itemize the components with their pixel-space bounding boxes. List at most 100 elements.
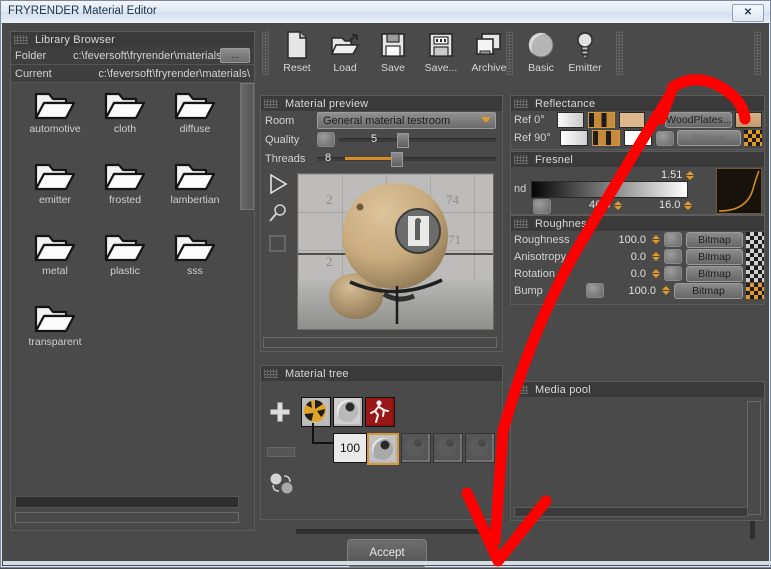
grip-icon xyxy=(264,369,278,378)
tree-collapse-bar[interactable] xyxy=(267,447,295,457)
ref0-swatch-2[interactable] xyxy=(587,112,615,128)
folder-item-emitter[interactable]: emitter xyxy=(20,160,90,206)
bump-bitmap-button[interactable]: Bitmap xyxy=(674,282,743,299)
rotation-value[interactable]: 0.0 xyxy=(586,268,648,280)
folder-item-metal[interactable]: metal xyxy=(20,231,90,277)
nd-spinner[interactable] xyxy=(685,168,694,182)
preview-render-image[interactable]: 2 74 71 2 xyxy=(297,173,494,330)
fresnel-left-field[interactable]: 46.5 xyxy=(589,198,622,212)
scrollbar-thumb[interactable] xyxy=(240,83,254,210)
save-button[interactable]: Save xyxy=(370,29,416,81)
folder-item-cloth[interactable]: cloth xyxy=(90,89,160,135)
node-empty-slot[interactable] xyxy=(433,433,463,463)
ref0-texture-button[interactable]: WoodPlates... xyxy=(665,112,733,128)
swap-balls-icon[interactable] xyxy=(269,473,295,495)
crop-preview-button[interactable] xyxy=(267,233,291,257)
anisotropy-thumb[interactable] xyxy=(746,248,764,265)
media-pool-body[interactable] xyxy=(510,397,765,521)
rotation-spinner[interactable] xyxy=(651,267,660,281)
slider-handle[interactable] xyxy=(391,152,403,167)
ref90-swatch-1[interactable] xyxy=(560,130,588,146)
bump-toggle[interactable] xyxy=(586,283,604,298)
ref0-swatch-3[interactable] xyxy=(618,112,646,128)
folder-item-transparent[interactable]: transparent xyxy=(20,302,90,348)
quality-slider[interactable]: 5 xyxy=(339,133,496,148)
slider-handle[interactable] xyxy=(397,133,409,148)
ref0-row: Ref 0° ✔ WoodPlates... xyxy=(511,111,764,129)
play-preview-button[interactable] xyxy=(267,173,291,197)
load-button[interactable]: Load xyxy=(322,29,368,81)
ref0-thumb[interactable] xyxy=(735,112,763,128)
fresnel-right-field[interactable]: 16.0 xyxy=(659,198,692,212)
roughness-toggle[interactable] xyxy=(664,232,682,247)
emitter-mode-button[interactable]: Emitter xyxy=(562,29,608,81)
ref0-checkbox[interactable]: ✔ xyxy=(649,113,662,127)
anisotropy-spinner[interactable] xyxy=(651,250,660,264)
main-toolbar: Reset Load Save Save... Archive Basic Em… xyxy=(260,25,765,85)
roughness-spinner[interactable] xyxy=(651,233,660,247)
node-exit[interactable] xyxy=(365,397,395,427)
ref0-swatch-1[interactable] xyxy=(557,112,584,128)
ref90-toggle[interactable] xyxy=(656,130,674,146)
reset-label: Reset xyxy=(283,62,311,74)
fresnel-right-spinner[interactable] xyxy=(683,198,692,212)
quality-toggle[interactable] xyxy=(317,132,335,147)
save-as-button[interactable]: Save... xyxy=(418,29,464,81)
basic-mode-button[interactable]: Basic xyxy=(518,29,564,81)
grip-icon xyxy=(264,99,278,108)
ref90-label: Ref 90° xyxy=(514,132,551,144)
roughness-thumb[interactable] xyxy=(746,231,764,248)
library-path-strip[interactable] xyxy=(15,512,239,523)
roughness-value[interactable]: 100.0 xyxy=(586,234,648,246)
fresnel-gradient-bar[interactable] xyxy=(531,181,688,198)
folder-item-automotive[interactable]: automotive xyxy=(20,89,90,135)
window-titlebar: FRYRENDER Material Editor ✕ xyxy=(1,1,770,24)
archive-button[interactable]: Archive xyxy=(466,29,512,81)
folder-item-sss[interactable]: sss xyxy=(160,231,230,277)
nd-field[interactable]: 1.51 xyxy=(661,168,694,182)
anisotropy-value[interactable]: 0.0 xyxy=(586,251,648,263)
folder-item-plastic[interactable]: plastic xyxy=(90,231,160,277)
ref90-thumb[interactable] xyxy=(744,130,762,146)
ref90-swatch-2[interactable] xyxy=(592,130,620,146)
node-weight[interactable]: 100 xyxy=(333,433,367,463)
browse-button[interactable]: ... xyxy=(220,48,250,63)
reset-button[interactable]: Reset xyxy=(274,29,320,81)
bump-spinner[interactable] xyxy=(661,284,670,298)
folder-icon xyxy=(173,231,217,263)
node-empty-slot[interactable] xyxy=(401,433,431,463)
roughness-bitmap-button[interactable]: Bitmap xyxy=(686,231,743,248)
media-pool-bottom-bar[interactable] xyxy=(514,507,748,517)
close-button[interactable]: ✕ xyxy=(732,4,764,22)
folder-value[interactable]: c:\feversoft\fryrender\materials\ xyxy=(73,50,220,62)
library-vertical-scrollbar[interactable] xyxy=(240,83,254,518)
zoom-preview-button[interactable] xyxy=(267,203,291,227)
folder-item-frosted[interactable]: frosted xyxy=(90,160,160,206)
bump-thumb[interactable] xyxy=(746,282,764,299)
ref90-swatch-3[interactable] xyxy=(624,130,652,146)
slider-track xyxy=(317,157,496,161)
anisotropy-toggle[interactable] xyxy=(664,249,682,264)
rotation-thumb[interactable] xyxy=(746,265,764,282)
node-selected-ball[interactable] xyxy=(367,433,399,465)
grip-icon xyxy=(514,155,528,164)
rotation-bitmap-button[interactable]: Bitmap xyxy=(686,265,743,282)
add-node-button[interactable] xyxy=(269,401,291,423)
media-pool-scrollbar[interactable] xyxy=(747,401,761,515)
node-empty-slot[interactable] xyxy=(465,433,495,463)
anisotropy-bitmap-button[interactable]: Bitmap xyxy=(686,248,743,265)
library-horizontal-scrollbar[interactable] xyxy=(15,496,239,508)
room-dropdown[interactable]: General material testroom xyxy=(317,112,496,129)
rotation-toggle[interactable] xyxy=(664,266,682,281)
fresnel-toggle[interactable] xyxy=(533,199,551,214)
material-editor-window: FRYRENDER Material Editor ✕ Library Brow… xyxy=(0,0,771,568)
ref90-texture-button[interactable]: Bitmap xyxy=(677,130,741,146)
folder-item-lambertian[interactable]: lambertian xyxy=(160,160,230,206)
bump-value[interactable]: 100.0 xyxy=(610,285,658,297)
folder-item-diffuse[interactable]: diffuse xyxy=(160,89,230,135)
fresnel-left-spinner[interactable] xyxy=(613,198,622,212)
material-tree-title: Material tree xyxy=(285,367,349,380)
folder-item-label: lambertian xyxy=(170,194,220,206)
folder-item-label: metal xyxy=(42,265,68,277)
threads-slider[interactable]: 8 xyxy=(317,152,496,167)
